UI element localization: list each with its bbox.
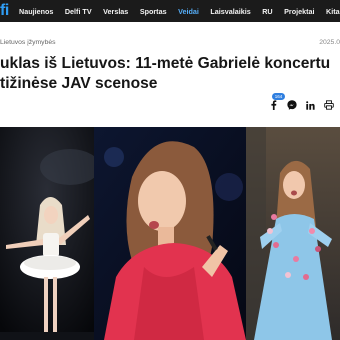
nav-item-veidai[interactable]: Veidai <box>178 7 199 16</box>
print-icon[interactable] <box>324 100 334 110</box>
nav-item-projektai[interactable]: Projektai <box>284 7 314 16</box>
girl-singing-pink-dress-photo[interactable] <box>94 127 246 340</box>
top-nav: fi Naujienos Delfi TV Verslas Sportas Ve… <box>0 0 340 22</box>
messenger-icon[interactable] <box>287 100 297 110</box>
nav-item-naujienos[interactable]: Naujienos <box>19 7 53 16</box>
logo-text: fi <box>0 2 9 19</box>
delfi-logo[interactable]: fi <box>0 1 9 21</box>
nav-item-kita[interactable]: Kita <box>326 7 340 16</box>
nav-item-delfi-tv[interactable]: Delfi TV <box>65 7 92 16</box>
girl-blue-dress-photo[interactable] <box>246 127 340 340</box>
nav-item-laisvalaikis[interactable]: Laisvalaikis <box>210 7 250 16</box>
headline-line-2: tižinėse JAV scenose <box>0 75 158 92</box>
category-link[interactable]: Lietuvos įžymybės <box>0 39 56 46</box>
girl-white-dress-photo[interactable] <box>0 127 94 340</box>
article-headline: uklas iš Lietuvos: 11-metė Gabrielė konc… <box>0 54 330 94</box>
linkedin-icon[interactable] <box>306 100 316 110</box>
facebook-icon[interactable] <box>269 100 279 110</box>
nav-item-ru[interactable]: RU <box>262 7 272 16</box>
article-meta: Lietuvos įžymybės 2025.0 <box>0 39 340 49</box>
share-bar <box>260 99 334 111</box>
nav-item-verslas[interactable]: Verslas <box>103 7 128 16</box>
photo-gallery <box>0 127 340 340</box>
headline-line-1: uklas iš Lietuvos: 11-metė Gabrielė konc… <box>0 55 330 72</box>
publish-date: 2025.0 <box>319 39 340 46</box>
nav-items: Naujienos Delfi TV Verslas Sportas Veida… <box>19 0 340 22</box>
nav-item-sportas[interactable]: Sportas <box>140 7 167 16</box>
